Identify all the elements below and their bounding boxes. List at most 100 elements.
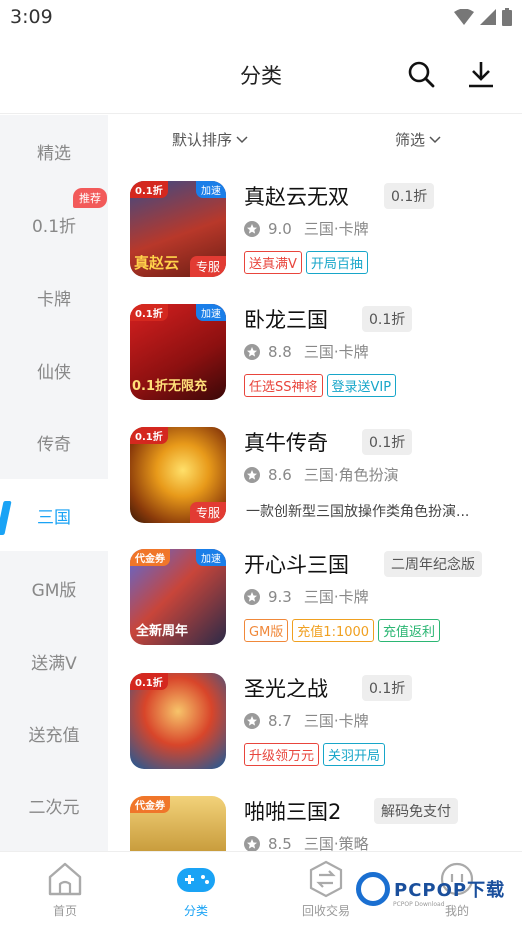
pcpop-logo-icon	[356, 872, 390, 906]
tag-row: 送真满V 开局百抽	[244, 251, 368, 274]
sort-dropdown[interactable]: 默认排序	[172, 129, 248, 150]
tab-home[interactable]: 首页	[25, 860, 105, 926]
version-badge: 二周年纪念版	[384, 551, 482, 577]
download-icon	[469, 62, 493, 88]
game-icon[interactable]: 0.1折 加速 0.1折无限充	[130, 304, 226, 400]
sidebar-item-xianxia[interactable]: 仙侠	[0, 334, 108, 406]
sidebar-item-legend[interactable]: 传奇	[0, 406, 108, 478]
game-category: 三国·卡牌	[303, 343, 369, 361]
star-icon	[244, 712, 260, 729]
game-name: 开心斗三国	[244, 553, 349, 577]
rating-row: 9.3 三国·卡牌	[244, 586, 369, 607]
exchange-icon	[309, 860, 343, 898]
game-category: 三国·卡牌	[303, 712, 369, 730]
discount-badge: 0.1折	[362, 675, 413, 701]
page-title: 分类	[240, 64, 282, 88]
game-tag: 充值1:1000	[292, 619, 375, 642]
filter-bar: 默认排序 筛选	[108, 129, 522, 153]
sidebar-item-cards[interactable]: 卡牌	[0, 261, 108, 333]
search-icon	[408, 61, 435, 88]
game-tag: 登录送VIP	[326, 374, 397, 397]
rating-row: 8.7 三国·卡牌	[244, 710, 369, 731]
game-score: 8.6	[268, 465, 292, 484]
tag-row: 任选SS神将 登录送VIP	[244, 374, 397, 397]
watermark: PCPOP下载 PCPOP Download	[356, 872, 505, 908]
tab-category[interactable]: 分类	[156, 860, 236, 926]
game-icon[interactable]: 0.1折 专服	[130, 427, 226, 523]
game-category: 三国·卡牌	[303, 220, 369, 238]
game-score: 9.3	[268, 587, 292, 606]
recommend-badge: 推荐	[73, 188, 107, 208]
filter-dropdown[interactable]: 筛选	[395, 129, 441, 150]
gamepad-icon	[177, 868, 215, 892]
game-item[interactable]: 代金券 啪啪三国2 解码免支付 8.5 三国·策略	[130, 796, 522, 851]
game-name: 圣光之战	[244, 677, 328, 701]
wifi-icon	[454, 9, 474, 25]
game-name: 啪啪三国2	[244, 800, 342, 824]
star-icon	[244, 835, 260, 851]
version-badge: 解码免支付	[374, 798, 458, 824]
star-icon	[244, 343, 260, 360]
sidebar-item-featured[interactable]: 精选	[0, 115, 108, 187]
game-tag: 充值返利	[378, 619, 441, 642]
game-name: 真牛传奇	[244, 431, 328, 455]
game-item[interactable]: 0.1折 加速 0.1折无限充 卧龙三国 0.1折 8.8 三国·卡牌 任选SS…	[130, 304, 522, 404]
game-category: 三国·角色扮演	[303, 466, 399, 484]
game-tag: 任选SS神将	[244, 374, 323, 397]
discount-badge: 0.1折	[362, 306, 413, 332]
rating-row: 8.6 三国·角色扮演	[244, 464, 399, 485]
game-item[interactable]: 0.1折 加速 真赵云 专服 真赵云无双 0.1折 9.0 三国·卡牌 送真满V…	[130, 181, 522, 281]
home-icon	[48, 862, 82, 896]
game-icon[interactable]: 代金券 加速 全新周年	[130, 549, 226, 645]
game-icon[interactable]: 0.1折	[130, 673, 226, 769]
status-icons	[454, 8, 512, 26]
sidebar-item-anime[interactable]: 二次元	[0, 769, 108, 841]
game-item[interactable]: 代金券 加速 全新周年 开心斗三国 二周年纪念版 9.3 三国·卡牌 GM版 充…	[130, 549, 522, 649]
chevron-down-icon	[236, 135, 248, 143]
game-category: 三国·卡牌	[303, 588, 369, 606]
rating-row: 8.8 三国·卡牌	[244, 341, 369, 362]
sidebar-item-three-kingdoms[interactable]: 三国	[0, 479, 108, 551]
game-icon[interactable]: 代金券	[130, 796, 226, 851]
game-item[interactable]: 0.1折 圣光之战 0.1折 8.7 三国·卡牌 升级领万元 关羽开局	[130, 673, 522, 773]
rating-row: 9.0 三国·卡牌	[244, 218, 369, 239]
game-icon[interactable]: 0.1折 加速 真赵云 专服	[130, 181, 226, 277]
star-icon	[244, 466, 260, 483]
signal-icon	[480, 9, 496, 25]
category-sidebar: 精选 0.1折 推荐 卡牌 仙侠 传奇 三国 GM版 送满V 送充值 二次元	[0, 115, 108, 851]
game-name: 卧龙三国	[244, 308, 328, 332]
tag-row: 升级领万元 关羽开局	[244, 743, 386, 766]
chevron-down-icon	[429, 135, 441, 143]
game-tag: GM版	[244, 619, 289, 642]
sidebar-item-gm[interactable]: GM版	[0, 552, 108, 624]
game-score: 8.8	[268, 342, 292, 361]
tab-trade[interactable]: 回收交易	[286, 860, 366, 926]
status-bar: 3:09	[0, 0, 522, 34]
sidebar-item-full-vip[interactable]: 送满V	[0, 625, 108, 697]
game-tag: 开局百抽	[305, 251, 368, 274]
game-description: 一款创新型三国放操作类角色扮演...	[246, 504, 470, 520]
star-icon	[244, 220, 260, 237]
header: 分类	[0, 34, 522, 114]
star-icon	[244, 588, 260, 605]
game-tag: 送真满V	[244, 251, 302, 274]
discount-badge: 0.1折	[384, 183, 435, 209]
rating-row: 8.5 三国·策略	[244, 833, 369, 851]
download-button[interactable]	[465, 58, 497, 90]
game-item[interactable]: 0.1折 专服 真牛传奇 0.1折 8.6 三国·角色扮演 一款创新型三国放操作…	[130, 427, 522, 527]
tag-row: GM版 充值1:1000 充值返利	[244, 619, 441, 642]
game-score: 8.7	[268, 711, 292, 730]
game-category: 三国·策略	[303, 835, 369, 851]
game-score: 9.0	[268, 219, 292, 238]
game-name: 真赵云无双	[244, 185, 349, 209]
search-button[interactable]	[405, 58, 437, 90]
game-tag: 关羽开局	[323, 743, 386, 766]
battery-icon	[502, 8, 512, 26]
game-score: 8.5	[268, 834, 292, 852]
game-tag: 升级领万元	[244, 743, 320, 766]
discount-badge: 0.1折	[362, 429, 413, 455]
sidebar-item-recharge[interactable]: 送充值	[0, 697, 108, 769]
game-list-panel: 默认排序 筛选 0.1折 加速 真赵云 专服 真赵云无双 0.1折 9.0 三国…	[108, 115, 522, 851]
active-indicator	[0, 501, 12, 535]
status-time: 3:09	[10, 6, 53, 28]
